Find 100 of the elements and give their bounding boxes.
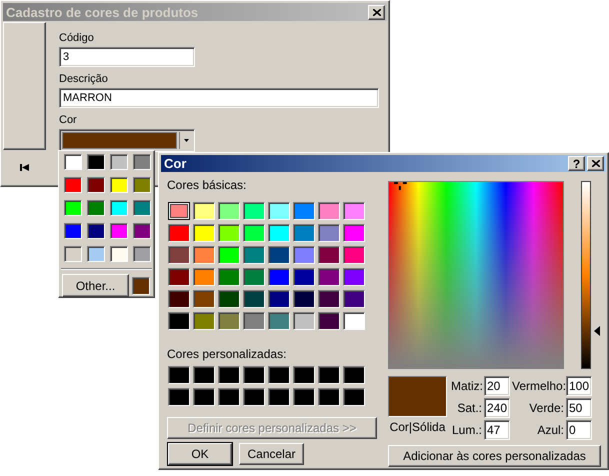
- color-swatch[interactable]: [110, 246, 128, 262]
- help-button[interactable]: ?: [568, 156, 585, 171]
- color-swatch[interactable]: [87, 223, 105, 239]
- color-swatch[interactable]: [243, 268, 265, 286]
- color-swatch[interactable]: [87, 200, 105, 216]
- color-swatch[interactable]: [218, 290, 240, 308]
- color-swatch[interactable]: [293, 268, 315, 286]
- color-swatch[interactable]: [243, 388, 265, 406]
- color-swatch[interactable]: [343, 366, 365, 384]
- color-swatch[interactable]: [318, 312, 340, 330]
- cancel-button[interactable]: Cancelar: [239, 443, 304, 465]
- color-swatch[interactable]: [293, 224, 315, 242]
- color-combo[interactable]: [59, 129, 195, 152]
- color-swatch[interactable]: [343, 312, 365, 330]
- add-custom-color-button[interactable]: Adicionar às cores personalizadas: [388, 445, 601, 467]
- color-swatch[interactable]: [318, 290, 340, 308]
- color-swatch[interactable]: [168, 224, 190, 242]
- color-swatch[interactable]: [243, 202, 265, 220]
- color-swatch[interactable]: [64, 177, 82, 193]
- value-field[interactable]: 100: [566, 376, 592, 396]
- color-swatch[interactable]: [268, 268, 290, 286]
- color-swatch[interactable]: [293, 388, 315, 406]
- color-swatch[interactable]: [293, 246, 315, 264]
- color-swatch[interactable]: [193, 366, 215, 384]
- slider-arrow[interactable]: [594, 326, 600, 336]
- color-swatch[interactable]: [87, 177, 105, 193]
- color-spectrum[interactable]: [388, 181, 564, 369]
- value-field[interactable]: 0: [566, 420, 592, 440]
- color-swatch[interactable]: [293, 366, 315, 384]
- color-swatch[interactable]: [133, 177, 151, 193]
- dropdown-button[interactable]: [179, 132, 192, 149]
- color-swatch[interactable]: [243, 366, 265, 384]
- color-swatch[interactable]: [64, 200, 82, 216]
- color-swatch[interactable]: [293, 290, 315, 308]
- value-field[interactable]: 20: [484, 376, 510, 396]
- color-swatch[interactable]: [193, 202, 215, 220]
- color-swatch[interactable]: [268, 388, 290, 406]
- color-swatch[interactable]: [343, 388, 365, 406]
- color-swatch[interactable]: [218, 312, 240, 330]
- value-field[interactable]: 240: [484, 398, 510, 418]
- color-swatch[interactable]: [268, 290, 290, 308]
- close-button[interactable]: [587, 156, 604, 171]
- color-swatch[interactable]: [218, 224, 240, 242]
- color-swatch[interactable]: [193, 224, 215, 242]
- color-swatch[interactable]: [218, 268, 240, 286]
- color-swatch[interactable]: [193, 312, 215, 330]
- color-swatch[interactable]: [168, 268, 190, 286]
- color-swatch[interactable]: [110, 200, 128, 216]
- color-swatch[interactable]: [193, 268, 215, 286]
- color-swatch[interactable]: [87, 246, 105, 262]
- text-field[interactable]: 3: [59, 47, 195, 67]
- color-swatch[interactable]: [110, 177, 128, 193]
- first-record-icon[interactable]: [20, 164, 29, 170]
- color-swatch[interactable]: [343, 268, 365, 286]
- color-swatch[interactable]: [268, 202, 290, 220]
- color-swatch[interactable]: [318, 366, 340, 384]
- color-swatch[interactable]: [133, 154, 151, 170]
- color-swatch[interactable]: [243, 246, 265, 264]
- color-swatch[interactable]: [193, 388, 215, 406]
- color-swatch[interactable]: [293, 312, 315, 330]
- color-swatch[interactable]: [64, 154, 82, 170]
- color-swatch[interactable]: [268, 246, 290, 264]
- color-swatch[interactable]: [318, 224, 340, 242]
- other-button[interactable]: Other...: [62, 274, 129, 297]
- close-button[interactable]: [368, 4, 385, 20]
- color-swatch[interactable]: [318, 246, 340, 264]
- color-swatch[interactable]: [133, 246, 151, 262]
- color-swatch[interactable]: [243, 290, 265, 308]
- color-swatch[interactable]: [193, 290, 215, 308]
- color-swatch[interactable]: [193, 246, 215, 264]
- color-swatch[interactable]: [268, 366, 290, 384]
- color-swatch[interactable]: [343, 224, 365, 242]
- color-swatch[interactable]: [243, 312, 265, 330]
- color-swatch[interactable]: [268, 312, 290, 330]
- color-swatch[interactable]: [218, 246, 240, 264]
- color-swatch[interactable]: [110, 223, 128, 239]
- color-swatch[interactable]: [168, 290, 190, 308]
- color-swatch[interactable]: [87, 154, 105, 170]
- color-swatch[interactable]: [168, 246, 190, 264]
- text-field[interactable]: MARRON: [59, 88, 379, 108]
- color-swatch[interactable]: [64, 223, 82, 239]
- color-swatch[interactable]: [168, 388, 190, 406]
- color-swatch[interactable]: [318, 268, 340, 286]
- color-swatch[interactable]: [293, 202, 315, 220]
- color-swatch[interactable]: [133, 200, 151, 216]
- color-swatch[interactable]: [268, 224, 290, 242]
- color-swatch[interactable]: [218, 366, 240, 384]
- color-swatch[interactable]: [110, 154, 128, 170]
- color-swatch[interactable]: [64, 246, 82, 262]
- color-swatch[interactable]: [318, 388, 340, 406]
- color-swatch[interactable]: [133, 223, 151, 239]
- color-swatch[interactable]: [168, 312, 190, 330]
- color-swatch[interactable]: [168, 202, 190, 220]
- color-swatch[interactable]: [168, 366, 190, 384]
- color-swatch[interactable]: [343, 246, 365, 264]
- color-swatch[interactable]: [243, 224, 265, 242]
- color-swatch[interactable]: [218, 202, 240, 220]
- value-field[interactable]: 47: [484, 420, 510, 440]
- color-swatch[interactable]: [218, 388, 240, 406]
- color-swatch[interactable]: [318, 202, 340, 220]
